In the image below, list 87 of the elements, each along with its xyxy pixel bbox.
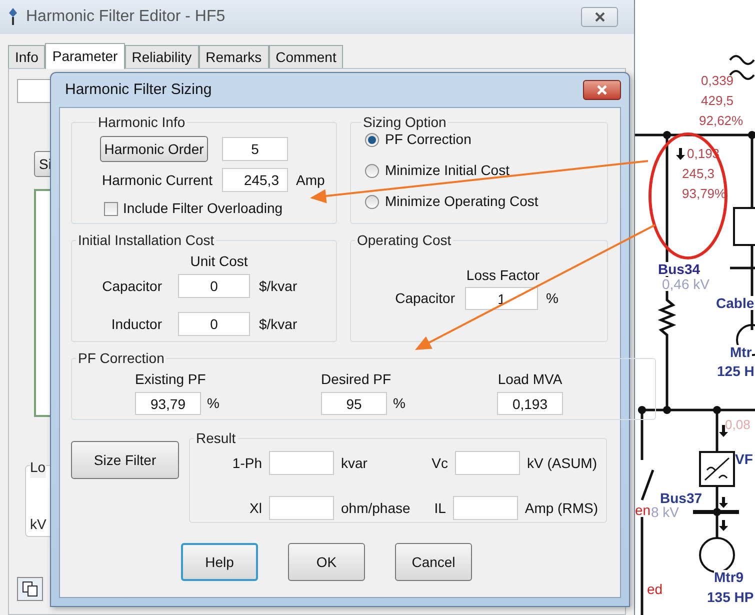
input-field[interactable]: 5: [222, 137, 288, 161]
input-field[interactable]: 95: [321, 392, 387, 415]
field-label: Vc: [430, 454, 448, 472]
close-button[interactable]: [581, 7, 618, 27]
column-heading: Loss Factor: [466, 266, 540, 285]
dialog-button[interactable]: OK: [288, 543, 365, 581]
input-field[interactable]: [269, 451, 334, 475]
diagram-label: 92,62%: [699, 114, 744, 127]
radio-label: Minimize Operating Cost: [385, 192, 538, 211]
unit-label: %: [546, 289, 558, 308]
diagram-label: 0,46 kV: [662, 277, 710, 291]
radio-button[interactable]: [365, 132, 379, 146]
diagram-label: VF: [735, 452, 753, 466]
group-title: Result: [195, 429, 237, 448]
unit-label: $/kvar: [259, 276, 298, 296]
diagram-label: 0,339: [701, 74, 734, 87]
field-label: Inductor: [110, 314, 162, 334]
tab[interactable]: Parameter: [45, 43, 125, 69]
diagram-label: 93,79%: [682, 187, 726, 200]
input-field[interactable]: 245,3: [222, 168, 288, 192]
unit-label: %: [393, 394, 406, 413]
diagram-label: 429,5: [701, 94, 734, 107]
radio-button[interactable]: [365, 164, 379, 178]
field-label: Harmonic Current: [101, 170, 214, 190]
unit-label: kV (ASUM): [527, 454, 597, 473]
input-field[interactable]: [269, 496, 334, 520]
input-field[interactable]: 0: [178, 274, 250, 298]
unit-label: Amp: [296, 170, 325, 190]
diagram-label: 8 kV: [651, 505, 680, 519]
field-label: Load MVA: [497, 370, 563, 389]
field-label: Xl: [248, 498, 262, 518]
unit-label: kvar: [341, 454, 368, 472]
unit-label: %: [207, 394, 220, 413]
unit-label: ohm/phase: [341, 498, 410, 518]
input-field[interactable]: 0: [178, 312, 250, 336]
diagram-label: Bus34: [658, 262, 700, 276]
group-title: Sizing Option: [362, 113, 448, 132]
checkbox[interactable]: [104, 202, 118, 216]
window-title: Harmonic Filter Editor - HF5: [26, 7, 226, 27]
checkbox-label: Include Filter Overloading: [123, 199, 283, 218]
diagram-label: 0,08: [725, 418, 750, 431]
column-heading: Unit Cost: [189, 252, 249, 271]
size-filter-button[interactable]: Size Filter: [71, 441, 179, 479]
field-label: 1-Ph: [231, 454, 262, 472]
input-field[interactable]: 93,79: [135, 392, 201, 415]
diagram-label: 245,3: [682, 167, 715, 180]
harmonic-order-button[interactable]: Harmonic Order: [100, 136, 208, 162]
tab[interactable]: Comment: [268, 45, 344, 68]
radio-label: Minimize Initial Cost: [385, 161, 510, 180]
diagram-label: Mtr: [730, 345, 752, 359]
tab[interactable]: Info: [8, 45, 46, 68]
group-title: PF Correction: [77, 349, 166, 368]
unit-label: $/kvar: [259, 314, 298, 334]
radio-label: PF Correction: [385, 130, 472, 149]
input-field[interactable]: [452, 496, 518, 520]
radio-button[interactable]: [365, 194, 379, 208]
diagram-label: Cable: [716, 296, 754, 310]
copy-button[interactable]: [17, 577, 43, 601]
group-title: Harmonic Info: [97, 113, 186, 132]
input-field[interactable]: [17, 79, 53, 103]
input-field[interactable]: [455, 451, 520, 475]
close-icon: [594, 12, 606, 22]
field-label: Desired PF: [321, 370, 392, 389]
dialog-button[interactable]: Cancel: [395, 543, 472, 581]
field-label: kV: [30, 515, 48, 534]
diagram-label: ed: [647, 582, 663, 596]
field-label: Existing PF: [135, 370, 206, 389]
field-label: IL: [433, 498, 446, 518]
field-label: Capacitor: [394, 289, 455, 308]
close-icon: [596, 85, 608, 95]
unit-label: Amp (RMS): [524, 498, 598, 518]
diagram-label: 135 HP: [707, 590, 754, 604]
copy-icon: [22, 581, 38, 597]
tab[interactable]: Reliability: [124, 45, 199, 68]
tab[interactable]: Remarks: [198, 45, 269, 68]
diagram-label: Bus37: [660, 491, 702, 505]
diagram-label: Mtr9: [714, 570, 744, 584]
dialog-title: Harmonic Filter Sizing: [65, 80, 213, 100]
group-title: Operating Cost: [356, 231, 452, 250]
dialog-button[interactable]: Help: [181, 543, 258, 581]
input-field[interactable]: 0,193: [497, 392, 563, 415]
field-label: Capacitor: [101, 276, 162, 296]
group-title: Initial Installation Cost: [77, 231, 216, 250]
close-button[interactable]: [583, 80, 621, 100]
diagram-label: en: [635, 503, 651, 517]
app-icon: [8, 7, 18, 27]
diagram-label: 125 H: [717, 364, 754, 378]
